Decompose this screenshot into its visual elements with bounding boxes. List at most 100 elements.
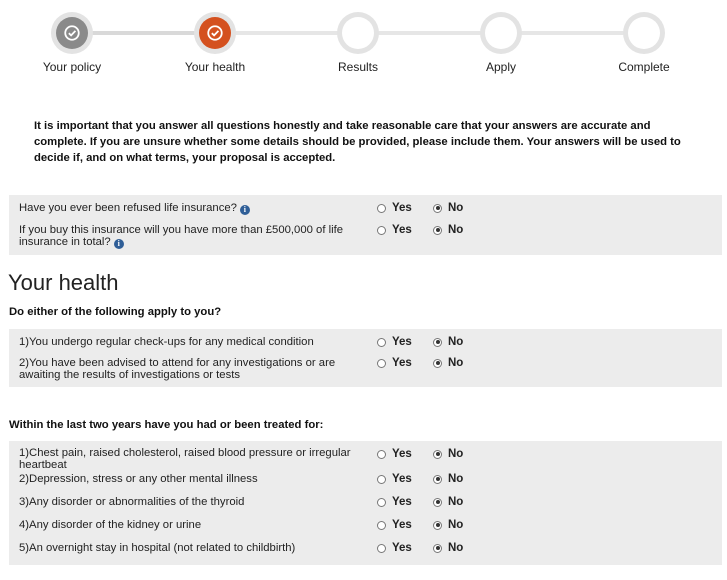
apply-prompt: Do either of the following apply to you?: [9, 306, 222, 318]
yes-radio[interactable]: Yes: [377, 473, 412, 485]
no-radio[interactable]: No: [433, 357, 463, 369]
radio-circle: [377, 543, 386, 553]
question-text: 1)Chest pain, raised cholesterol, raised…: [19, 447, 351, 471]
option-label: No: [448, 224, 464, 236]
general-questions: Have you ever been refused life insuranc…: [9, 195, 722, 255]
option-label: Yes: [392, 357, 412, 369]
step-your-health[interactable]: Your health: [155, 12, 275, 74]
no-radio[interactable]: No: [433, 542, 463, 554]
option-label: Yes: [392, 224, 412, 236]
option-label: No: [448, 202, 464, 214]
step-your-policy[interactable]: Your policy: [12, 12, 132, 74]
question-text: Have you ever been refused life insuranc…: [19, 202, 237, 214]
yes-radio[interactable]: Yes: [377, 202, 412, 214]
option-label: No: [448, 357, 464, 369]
info-icon[interactable]: i: [239, 205, 250, 215]
option-label: Yes: [392, 496, 412, 508]
option-label: Yes: [392, 473, 412, 485]
question-row: 1)Chest pain, raised cholesterol, raised…: [9, 441, 722, 471]
no-radio[interactable]: No: [433, 448, 463, 460]
yes-radio[interactable]: Yes: [377, 224, 412, 236]
step-circle: [337, 12, 379, 54]
radio-circle: [377, 449, 386, 459]
option-label: No: [448, 496, 464, 508]
step-results[interactable]: Results: [298, 12, 418, 74]
intro-text: It is important that you answer all ques…: [34, 120, 681, 164]
radio-circle: [433, 449, 442, 459]
question-row: 1)You undergo regular check-ups for any …: [9, 329, 722, 351]
yes-radio[interactable]: Yes: [377, 542, 412, 554]
option-label: No: [448, 448, 464, 460]
no-radio[interactable]: No: [433, 336, 463, 348]
section-heading: Your health: [8, 270, 119, 295]
radio-circle: [433, 520, 442, 530]
no-radio[interactable]: No: [433, 519, 463, 531]
question-row: 2)Depression, stress or any other mental…: [9, 469, 722, 492]
info-icon[interactable]: i: [113, 239, 124, 249]
question-text: 5)An overnight stay in hospital (not rel…: [19, 542, 296, 554]
question-text: 1)You undergo regular check-ups for any …: [19, 336, 314, 348]
option-label: Yes: [392, 519, 412, 531]
no-radio[interactable]: No: [433, 224, 463, 236]
option-label: Yes: [392, 202, 412, 214]
step-label: Apply: [485, 60, 517, 74]
radio-circle: [433, 543, 442, 553]
radio-circle: [377, 203, 386, 213]
question-text: 2)You have been advised to attend for an…: [19, 357, 336, 381]
no-radio[interactable]: No: [433, 473, 463, 485]
question-text: 4)Any disorder of the kidney or urine: [19, 519, 202, 531]
stepper-line-pending: [217, 31, 644, 35]
option-label: Yes: [392, 448, 412, 460]
progress-stepper: Your policy Your health Results Apply Co…: [0, 0, 727, 80]
question-row: 5)An overnight stay in hospital (not rel…: [9, 538, 722, 565]
no-radio[interactable]: No: [433, 202, 463, 214]
option-label: No: [448, 542, 464, 554]
radio-circle: [377, 474, 386, 484]
step-label: Complete: [618, 60, 670, 74]
yes-radio[interactable]: Yes: [377, 496, 412, 508]
radio-circle: [377, 337, 386, 347]
option-label: No: [448, 473, 464, 485]
check-circle-icon: [64, 25, 80, 41]
apply-questions: 1)You undergo regular check-ups for any …: [9, 329, 722, 387]
step-circle: [194, 12, 236, 54]
option-label: No: [448, 519, 464, 531]
radio-circle: [377, 520, 386, 530]
radio-circle: [377, 225, 386, 235]
question-text: 2)Depression, stress or any other mental…: [19, 473, 258, 485]
radio-circle: [433, 358, 442, 368]
yes-radio[interactable]: Yes: [377, 519, 412, 531]
step-complete[interactable]: Complete: [584, 12, 704, 74]
yes-radio[interactable]: Yes: [377, 336, 412, 348]
yes-radio[interactable]: Yes: [377, 357, 412, 369]
option-label: No: [448, 336, 464, 348]
step-label: Your policy: [42, 60, 102, 74]
step-label: Your health: [184, 60, 246, 74]
step-label: Results: [337, 60, 378, 74]
question-text: 3)Any disorder or abnormalities of the t…: [19, 496, 245, 508]
radio-circle: [433, 474, 442, 484]
step-circle: [623, 12, 665, 54]
step-apply[interactable]: Apply: [441, 12, 561, 74]
question-text: If you buy this insurance will you have …: [19, 224, 344, 248]
question-row: 4)Any disorder of the kidney or urine Ye…: [9, 515, 722, 538]
treated-prompt: Within the last two years have you had o…: [9, 419, 324, 431]
question-row-refused: Have you ever been refused life insuranc…: [9, 195, 722, 217]
option-label: Yes: [392, 336, 412, 348]
question-row: 3)Any disorder or abnormalities of the t…: [9, 492, 722, 515]
radio-circle: [377, 358, 386, 368]
check-circle-icon: [207, 25, 223, 41]
step-circle: [51, 12, 93, 54]
question-row-over-500k: If you buy this insurance will you have …: [9, 217, 722, 255]
option-label: Yes: [392, 542, 412, 554]
radio-circle: [433, 225, 442, 235]
radio-circle: [433, 203, 442, 213]
yes-radio[interactable]: Yes: [377, 448, 412, 460]
radio-circle: [433, 497, 442, 507]
question-row: 2)You have been advised to attend for an…: [9, 351, 722, 387]
step-circle: [480, 12, 522, 54]
radio-circle: [377, 497, 386, 507]
no-radio[interactable]: No: [433, 496, 463, 508]
treated-questions: 1)Chest pain, raised cholesterol, raised…: [9, 441, 722, 565]
radio-circle: [433, 337, 442, 347]
